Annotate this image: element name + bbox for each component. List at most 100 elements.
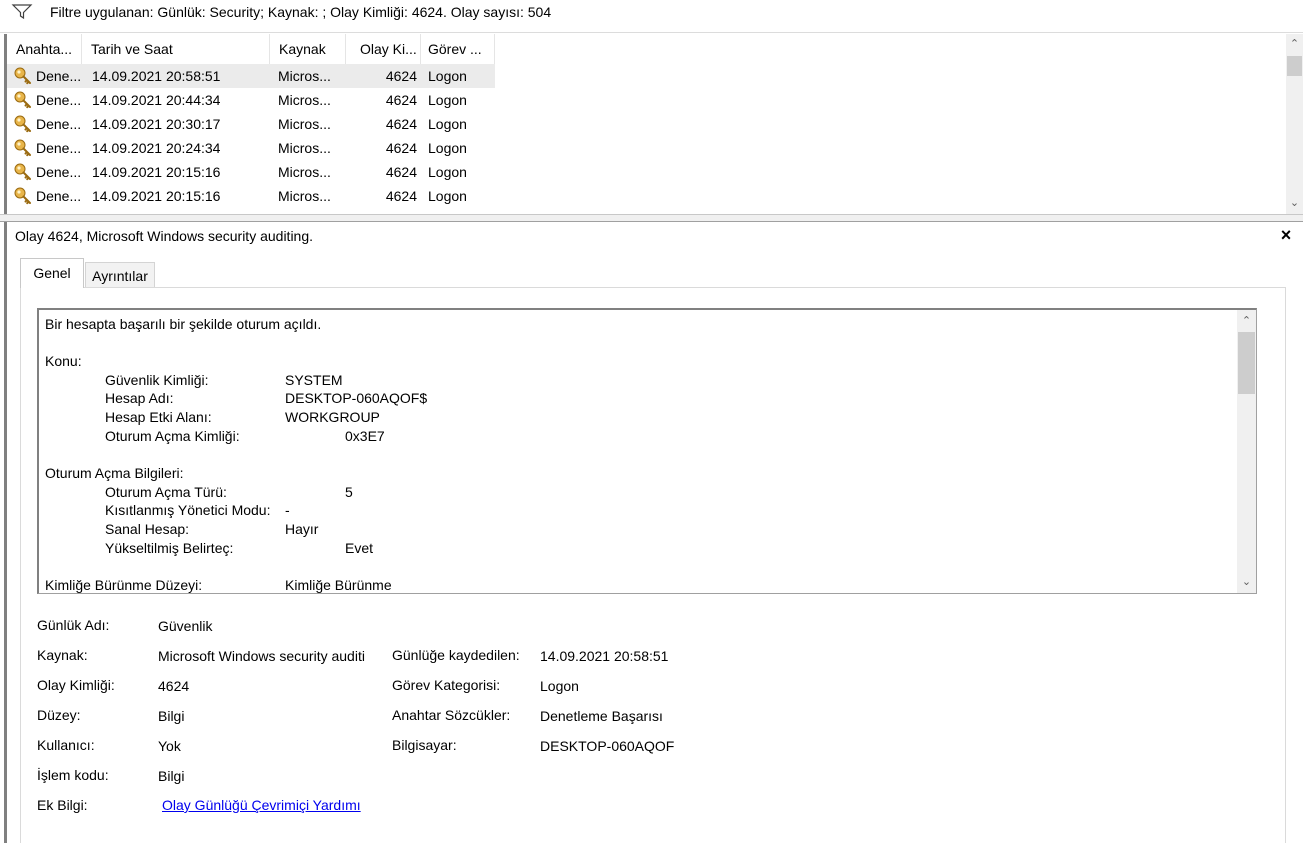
more-info-label: Ek Bilgi: xyxy=(37,797,88,813)
date-time-cell: 14.09.2021 20:44:34 xyxy=(92,92,221,108)
level-label: Düzey: xyxy=(37,707,81,723)
keywords-label: Anahtar Sözcükler: xyxy=(392,707,511,723)
logon-label: Yükseltilmiş Belirteç: xyxy=(105,540,234,556)
subject-value: WORKGROUP xyxy=(285,409,380,425)
message-summary: Bir hesapta başarılı bir şekilde oturum … xyxy=(45,316,322,332)
keywords-cell: Dene... xyxy=(36,92,82,108)
column-header-date-time[interactable]: Tarih ve Saat xyxy=(82,34,270,64)
event-id-cell: 4624 xyxy=(385,140,417,156)
event-id-value: 4624 xyxy=(158,678,190,694)
key-icon xyxy=(13,186,33,206)
task-category-cell: Logon xyxy=(428,164,467,180)
subject-value: SYSTEM xyxy=(285,372,343,388)
source-label: Kaynak: xyxy=(37,647,88,663)
date-time-cell: 14.09.2021 20:15:16 xyxy=(92,188,221,204)
level-value: Bilgi xyxy=(158,708,185,724)
logon-value: 5 xyxy=(345,484,353,500)
task-category-cell: Logon xyxy=(428,68,467,84)
column-header-keywords[interactable]: Anahta... xyxy=(7,34,82,64)
event-id-cell: 4624 xyxy=(385,68,417,84)
scroll-thumb[interactable] xyxy=(1238,332,1255,394)
subject-label: Oturum Açma Kimliği: xyxy=(105,428,240,444)
keywords-cell: Dene... xyxy=(36,116,82,132)
event-log-online-help-link[interactable]: Olay Günlüğü Çevrimiçi Yardımı xyxy=(162,797,361,813)
event-id-cell: 4624 xyxy=(385,116,417,132)
key-icon xyxy=(13,162,33,182)
logon-value: Evet xyxy=(345,540,374,556)
logged-value: 14.09.2021 20:58:51 xyxy=(540,648,669,664)
logon-label: Kısıtlanmış Yönetici Modu: xyxy=(105,502,271,518)
impersonation-value: Kimliğe Bürünme xyxy=(285,577,392,593)
impersonation-label: Kimliğe Bürünme Düzeyi: xyxy=(45,577,203,593)
filter-status-text: Filtre uygulanan: Günlük: Security; Kayn… xyxy=(50,4,552,20)
logged-label: Günlüğe kaydedilen: xyxy=(392,647,520,663)
key-icon xyxy=(13,114,33,134)
message-scrollbar[interactable]: ⌃ ⌄ xyxy=(1237,310,1256,593)
tab-general[interactable]: Genel xyxy=(20,258,84,288)
scroll-down-arrow-icon[interactable]: ⌄ xyxy=(1286,195,1303,212)
event-id-label: Olay Kimliği: xyxy=(37,677,115,693)
keywords-cell: Dene... xyxy=(36,68,82,84)
keywords-cell: Dene... xyxy=(36,164,82,180)
source-cell: Micros... xyxy=(278,140,331,156)
user-value: Yok xyxy=(158,738,181,754)
subject-header: Konu: xyxy=(45,353,82,369)
event-details-pane: Olay 4624, Microsoft Windows security au… xyxy=(4,222,1303,843)
opcode-value: Bilgi xyxy=(158,768,185,784)
pane-splitter[interactable] xyxy=(0,214,1303,222)
logon-value: Hayır xyxy=(285,521,319,537)
logon-info-header: Oturum Açma Bilgileri: xyxy=(45,465,184,481)
log-name-label: Günlük Adı: xyxy=(37,617,110,633)
log-name-value: Güvenlik xyxy=(158,618,213,634)
opcode-label: İşlem kodu: xyxy=(37,767,109,783)
keywords-value: Denetleme Başarısı xyxy=(540,708,663,724)
source-value: Microsoft Windows security auditi xyxy=(158,648,365,664)
event-list[interactable]: Anahta... Tarih ve Saat Kaynak Olay Ki..… xyxy=(4,34,1303,214)
source-cell: Micros... xyxy=(278,188,331,204)
event-row[interactable]: Dene... 14.09.2021 20:30:17 Micros... 4624 L… xyxy=(7,112,495,136)
keywords-cell: Dene... xyxy=(36,140,82,156)
subject-label: Hesap Etki Alanı: xyxy=(105,409,212,425)
logon-value: - xyxy=(285,502,290,518)
key-icon xyxy=(13,90,33,110)
subject-label: Güvenlik Kimliği: xyxy=(105,372,209,388)
source-cell: Micros... xyxy=(278,116,331,132)
scroll-up-arrow-icon[interactable]: ⌃ xyxy=(1238,313,1255,330)
event-details-title: Olay 4624, Microsoft Windows security au… xyxy=(15,228,314,244)
event-row[interactable]: Dene... 14.09.2021 20:15:16 Micros... 4624 L… xyxy=(7,160,495,184)
column-header-source[interactable]: Kaynak xyxy=(270,34,346,64)
scroll-thumb[interactable] xyxy=(1287,56,1302,76)
computer-label: Bilgisayar: xyxy=(392,737,457,753)
key-icon xyxy=(13,138,33,158)
scroll-down-arrow-icon[interactable]: ⌄ xyxy=(1238,574,1255,591)
event-message-box[interactable]: Bir hesapta başarılı bir şekilde oturum … xyxy=(37,308,1257,594)
list-scrollbar[interactable]: ⌃ ⌄ xyxy=(1286,34,1303,214)
close-details-button[interactable]: × xyxy=(1277,224,1295,246)
event-row[interactable]: Dene... 14.09.2021 20:58:51 Micros... 4624 L… xyxy=(7,64,495,88)
user-label: Kullanıcı: xyxy=(37,737,95,753)
scroll-up-arrow-icon[interactable]: ⌃ xyxy=(1286,36,1303,53)
task-category-cell: Logon xyxy=(428,188,467,204)
column-header-event-id[interactable]: Olay Ki... xyxy=(346,34,421,64)
event-id-cell: 4624 xyxy=(385,92,417,108)
logon-label: Sanal Hesap: xyxy=(105,521,190,537)
event-id-cell: 4624 xyxy=(385,188,417,204)
tab-details[interactable]: Ayrıntılar xyxy=(85,262,155,288)
keywords-cell: Dene... xyxy=(36,188,82,204)
task-category-cell: Logon xyxy=(428,140,467,156)
event-row[interactable]: Dene... 14.09.2021 20:15:16 Micros... 4624 L… xyxy=(7,184,495,208)
computer-value: DESKTOP-060AQOF xyxy=(540,738,675,754)
date-time-cell: 14.09.2021 20:15:16 xyxy=(92,164,221,180)
event-row[interactable]: Dene... 14.09.2021 20:44:34 Micros... 4624 L… xyxy=(7,88,495,112)
column-header-task-category[interactable]: Görev ... xyxy=(421,34,495,64)
date-time-cell: 14.09.2021 20:30:17 xyxy=(92,116,221,132)
source-cell: Micros... xyxy=(278,92,331,108)
task-category-cell: Logon xyxy=(428,116,467,132)
subject-value: 0x3E7 xyxy=(345,428,385,444)
filter-bar: Filtre uygulanan: Günlük: Security; Kayn… xyxy=(0,0,1303,33)
subject-value: DESKTOP-060AQOF$ xyxy=(285,390,428,406)
logon-label: Oturum Açma Türü: xyxy=(105,484,227,500)
event-row[interactable]: Dene... 14.09.2021 20:24:34 Micros... 4624 L… xyxy=(7,136,495,160)
key-icon xyxy=(13,66,33,86)
date-time-cell: 14.09.2021 20:58:51 xyxy=(92,68,221,84)
